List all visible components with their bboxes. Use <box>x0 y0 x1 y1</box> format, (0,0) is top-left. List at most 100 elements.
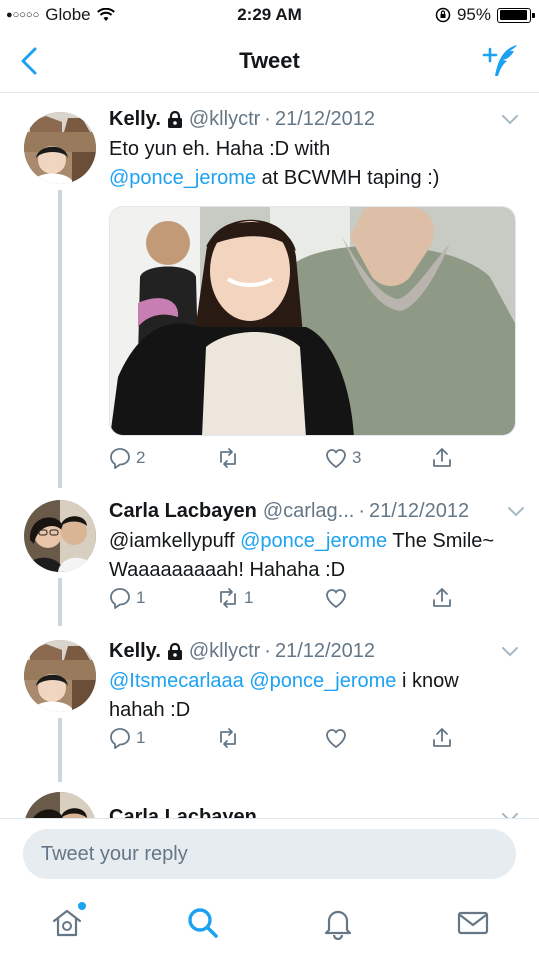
author-name[interactable]: Carla Lacbayen <box>109 804 257 818</box>
chevron-down-icon[interactable] <box>507 506 525 518</box>
author-handle[interactable]: @carlag... <box>263 498 354 524</box>
reply-icon <box>110 588 130 609</box>
status-right: 95% <box>435 5 535 25</box>
tab-search[interactable] <box>186 906 220 940</box>
like-button[interactable]: 3 <box>324 446 361 470</box>
conversation-feed: Kelly. @kllyctr · 21/12/2012 Eto yun eh.… <box>0 94 539 818</box>
tweet-actions: 2 3 <box>0 446 539 476</box>
reply-count: 1 <box>136 588 146 607</box>
author-name[interactable]: Kelly. <box>109 106 161 132</box>
tweet[interactable]: Carla Lacbayen <box>0 782 539 818</box>
tweet-actions: 1 <box>0 726 539 756</box>
share-button[interactable] <box>430 586 454 610</box>
heart-icon <box>326 449 346 468</box>
tweet[interactable]: Kelly. @kllyctr · 21/12/2012 Eto yun eh.… <box>0 94 539 486</box>
tweet-header: Carla Lacbayen @carlag... · 21/12/2012 <box>109 498 519 524</box>
reply-bar: Tweet your reply <box>0 818 539 888</box>
tab-notifications[interactable] <box>321 906 355 941</box>
tweet-header: Kelly. @kllyctr · 21/12/2012 <box>109 638 519 664</box>
protected-lock-icon <box>167 110 182 128</box>
page-title: Tweet <box>239 48 300 73</box>
reply-button[interactable]: 1 <box>108 586 145 610</box>
tweet-header: Carla Lacbayen <box>109 804 519 818</box>
chevron-down-icon[interactable] <box>501 114 519 126</box>
retweet-icon <box>220 448 236 468</box>
tweet-actions: 1 1 <box>0 586 539 616</box>
tweet-date: 21/12/2012 <box>274 640 376 662</box>
author-name[interactable]: Carla Lacbayen <box>109 498 257 524</box>
tweet-text: Eto yun eh. Haha :D with @ponce_jerome a… <box>109 135 519 193</box>
tweet-content: Kelly. @kllyctr · 21/12/2012 Eto yun eh.… <box>109 106 519 193</box>
tweet-date: 21/12/2012 <box>368 500 470 522</box>
retweet-icon <box>220 588 236 608</box>
share-icon <box>433 448 451 467</box>
reply-input[interactable]: Tweet your reply <box>23 829 516 879</box>
author-handle[interactable]: @kllyctr <box>189 106 260 132</box>
tweet-date: 21/12/2012 <box>274 108 376 130</box>
like-button[interactable] <box>324 586 348 610</box>
tweet-text-part: Eto yun eh. Haha :D with <box>109 138 331 160</box>
avatar[interactable] <box>24 792 96 818</box>
reply-icon <box>110 448 130 469</box>
retweet-button[interactable] <box>216 446 244 470</box>
tab-home[interactable] <box>50 902 86 940</box>
tweet-content: Carla Lacbayen @carlag... · 21/12/2012 @… <box>109 498 524 585</box>
share-button[interactable] <box>430 726 454 750</box>
chevron-down-icon[interactable] <box>501 646 519 658</box>
tweet-header: Kelly. @kllyctr · 21/12/2012 <box>109 106 519 132</box>
protected-lock-icon <box>167 642 182 660</box>
search-icon <box>188 908 218 938</box>
tweet[interactable]: Carla Lacbayen @carlag... · 21/12/2012 @… <box>0 478 539 626</box>
tweet-text-part: at BCWMH taping :) <box>261 167 440 189</box>
tweet-content: Kelly. @kllyctr · 21/12/2012 @Itsmecarla… <box>109 638 519 725</box>
messages-icon <box>457 911 489 935</box>
thread-line <box>58 190 62 486</box>
notifications-icon <box>324 910 352 941</box>
like-count: 3 <box>352 448 362 467</box>
retweet-button[interactable]: 1 <box>216 586 253 610</box>
compose-tweet-icon[interactable] <box>481 42 521 80</box>
author-name[interactable]: Kelly. <box>109 638 161 664</box>
reply-icon <box>110 728 130 749</box>
like-button[interactable] <box>324 726 348 750</box>
tweet-text-part[interactable]: @iamkellypuff <box>109 530 235 552</box>
heart-icon <box>326 729 346 748</box>
share-button[interactable] <box>430 446 454 470</box>
battery-icon <box>497 7 535 23</box>
reply-count: 2 <box>136 448 146 467</box>
new-content-dot <box>78 902 86 910</box>
battery-percent: 95% <box>456 5 491 24</box>
status-bar: ●○○○○ Globe 2:29 AM 95% <box>0 0 539 32</box>
rotation-lock-icon <box>435 7 451 23</box>
avatar[interactable] <box>24 112 96 184</box>
mention-link[interactable]: @Itsmecarlaaa <box>109 670 244 692</box>
battery-fill <box>499 10 528 20</box>
tweet[interactable]: Kelly. @kllyctr · 21/12/2012 @Itsmecarla… <box>0 626 539 782</box>
avatar[interactable] <box>24 500 96 572</box>
thread-line <box>58 478 62 488</box>
heart-icon <box>326 589 346 608</box>
retweet-button[interactable] <box>216 726 240 750</box>
share-icon <box>433 728 451 747</box>
author-handle[interactable]: @kllyctr <box>189 638 260 664</box>
mention-link[interactable]: @ponce_jerome <box>109 167 256 189</box>
reply-count: 1 <box>136 728 146 747</box>
separator: · <box>358 500 365 522</box>
tweet-text: @iamkellypuff @ponce_jerome The Smile~ W… <box>109 527 519 585</box>
avatar[interactable] <box>24 640 96 712</box>
reply-button[interactable]: 2 <box>108 446 145 470</box>
tab-bar <box>0 888 539 960</box>
retweet-icon <box>220 728 236 748</box>
reply-button[interactable]: 1 <box>108 726 145 750</box>
nav-header: Tweet <box>0 32 539 93</box>
mention-link[interactable]: @ponce_jerome <box>240 530 387 552</box>
retweet-count: 1 <box>244 588 254 607</box>
tab-messages[interactable] <box>456 906 490 940</box>
tweet-content: Carla Lacbayen <box>109 804 519 818</box>
separator: · <box>264 108 271 130</box>
separator: · <box>264 640 271 662</box>
home-icon <box>52 909 82 937</box>
tweet-photo[interactable] <box>109 206 516 436</box>
mention-link[interactable]: @ponce_jerome <box>249 670 396 692</box>
tweet-text: @Itsmecarlaaa @ponce_jerome i know hahah… <box>109 667 519 725</box>
